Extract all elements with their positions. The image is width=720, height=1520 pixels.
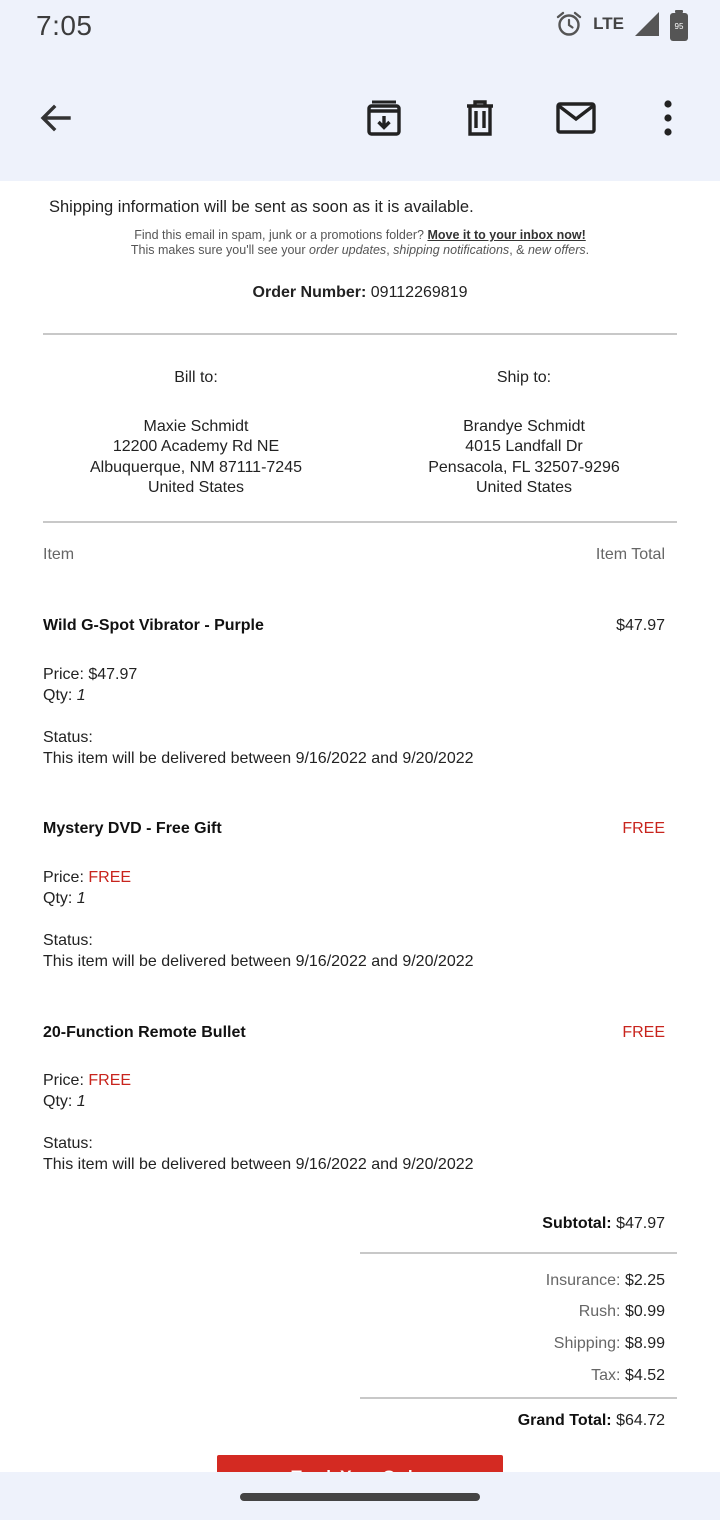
- tax-row: Tax: $4.52: [591, 1367, 665, 1385]
- ship-to-label: Ship to:: [496, 369, 552, 386]
- item-name: Wild G-Spot Vibrator - Purple: [43, 617, 264, 634]
- divider: [360, 1397, 677, 1399]
- status-text: This item will be delivered between 9/16…: [43, 749, 474, 767]
- items-header-total: Item Total: [595, 546, 665, 563]
- item-name: Mystery DVD - Free Gift: [43, 820, 222, 837]
- back-arrow-icon[interactable]: [31, 94, 79, 142]
- signal-icon: [634, 11, 660, 42]
- item-name: 20-Function Remote Bullet: [43, 1024, 246, 1041]
- qty-value: 1: [76, 889, 86, 907]
- grand-total-label: Grand Total:: [517, 1412, 612, 1429]
- bill-to-block: Bill to: Maxie Schmidt 12200 Academy Rd …: [46, 368, 346, 499]
- home-gesture-handle[interactable]: [240, 1493, 480, 1501]
- ship-to-name: Brandye Schmidt: [463, 417, 585, 435]
- bill-to-label: Bill to:: [174, 369, 218, 386]
- status-bar: 7:05 LTE 95: [0, 0, 720, 56]
- network-label: LTE: [593, 13, 624, 33]
- price-value: FREE: [88, 1072, 132, 1089]
- order-number-value: 09112269819: [370, 284, 468, 301]
- status-time: 7:05: [36, 10, 93, 41]
- qty-label: Qty:: [43, 889, 73, 907]
- archive-icon[interactable]: [360, 94, 408, 142]
- qty-value: 1: [76, 1092, 86, 1110]
- price-value: FREE: [88, 869, 132, 886]
- item-details: Price: FREE Qty: 1 Status: This item wil…: [43, 1071, 474, 1175]
- subtotal-label: Subtotal:: [542, 1215, 612, 1232]
- price-value: $47.97: [88, 666, 138, 683]
- status-label: Status:: [43, 1135, 93, 1152]
- bill-to-city: Albuquerque, NM 87111-7245: [90, 458, 302, 476]
- item-details: Price: FREE Qty: 1 Status: This item wil…: [43, 868, 474, 972]
- shipping-row: Shipping: $8.99: [554, 1335, 665, 1353]
- price-label: Price:: [43, 869, 84, 886]
- order-updates-text: order updates: [309, 243, 387, 257]
- grand-total-row: Grand Total: $64.72: [518, 1412, 665, 1430]
- qty-label: Qty:: [43, 686, 73, 704]
- status-label: Status:: [43, 729, 93, 746]
- tax-label: Tax:: [591, 1367, 621, 1384]
- status-text: This item will be delivered between 9/16…: [43, 952, 474, 970]
- rush-value: $0.99: [624, 1303, 665, 1320]
- spam-note-line2: This makes sure you'll see your: [130, 243, 306, 257]
- status-icons: LTE 95: [555, 9, 688, 43]
- subtotal-row: Subtotal: $47.97: [542, 1215, 665, 1233]
- price-label: Price:: [43, 1072, 84, 1089]
- divider: [43, 333, 677, 335]
- rush-label: Rush:: [578, 1303, 621, 1320]
- move-to-inbox-link[interactable]: Move it to your inbox now!: [427, 228, 585, 242]
- ship-to-street: 4015 Landfall Dr: [465, 438, 583, 455]
- item-details: Price: $47.97 Qty: 1 Status: This item w…: [43, 665, 474, 769]
- status-label: Status:: [43, 932, 93, 949]
- more-vert-icon[interactable]: [644, 94, 692, 142]
- insurance-value: $2.25: [624, 1272, 665, 1289]
- order-number: Order Number: 09112269819: [0, 284, 720, 302]
- delete-icon[interactable]: [456, 94, 504, 142]
- track-order-button[interactable]: Track Your Order: [217, 1455, 503, 1472]
- shipping-notifications-text: shipping notifications: [393, 243, 510, 257]
- insurance-label: Insurance:: [545, 1272, 621, 1289]
- ship-to-city: Pensacola, FL 32507-9296: [428, 458, 620, 476]
- bill-to-name: Maxie Schmidt: [143, 417, 249, 435]
- insurance-row: Insurance: $2.25: [546, 1272, 665, 1290]
- spam-note-prefix: Find this email in spam, junk or a promo…: [134, 228, 424, 242]
- price-label: Price:: [43, 666, 84, 683]
- item-total: FREE: [622, 820, 665, 837]
- mark-unread-icon[interactable]: [552, 94, 600, 142]
- items-header-item: Item: [43, 546, 75, 563]
- divider: [360, 1252, 677, 1254]
- subtotal-value: $47.97: [616, 1215, 665, 1232]
- divider: [43, 521, 677, 523]
- battery-icon: 95: [670, 9, 688, 41]
- new-offers-text: new offers: [527, 243, 586, 257]
- grand-total-value: $64.72: [616, 1412, 665, 1429]
- bill-to-country: United States: [147, 479, 245, 496]
- alarm-icon: [555, 10, 583, 43]
- shipping-value: $8.99: [624, 1335, 665, 1352]
- shipping-label: Shipping:: [553, 1335, 621, 1352]
- rush-row: Rush: $0.99: [579, 1303, 665, 1321]
- order-number-label: Order Number:: [252, 284, 367, 301]
- item-total: $47.97: [616, 617, 665, 634]
- spam-note: Find this email in spam, junk or a promo…: [130, 228, 590, 257]
- email-toolbar: [0, 56, 720, 181]
- email-body: Shipping information will be sent as soo…: [0, 181, 720, 1472]
- status-text: This item will be delivered between 9/16…: [43, 1155, 474, 1173]
- ship-to-block: Ship to: Brandye Schmidt 4015 Landfall D…: [374, 368, 674, 499]
- ship-to-country: United States: [475, 479, 573, 496]
- qty-label: Qty:: [43, 1092, 73, 1110]
- item-total: FREE: [622, 1024, 665, 1041]
- qty-value: 1: [76, 686, 86, 704]
- tax-value: $4.52: [624, 1367, 665, 1384]
- bill-to-street: 12200 Academy Rd NE: [112, 438, 280, 455]
- amp-text: , &: [509, 243, 525, 257]
- shipping-info-text: Shipping information will be sent as soo…: [49, 198, 474, 216]
- system-nav-bar: [0, 1472, 720, 1520]
